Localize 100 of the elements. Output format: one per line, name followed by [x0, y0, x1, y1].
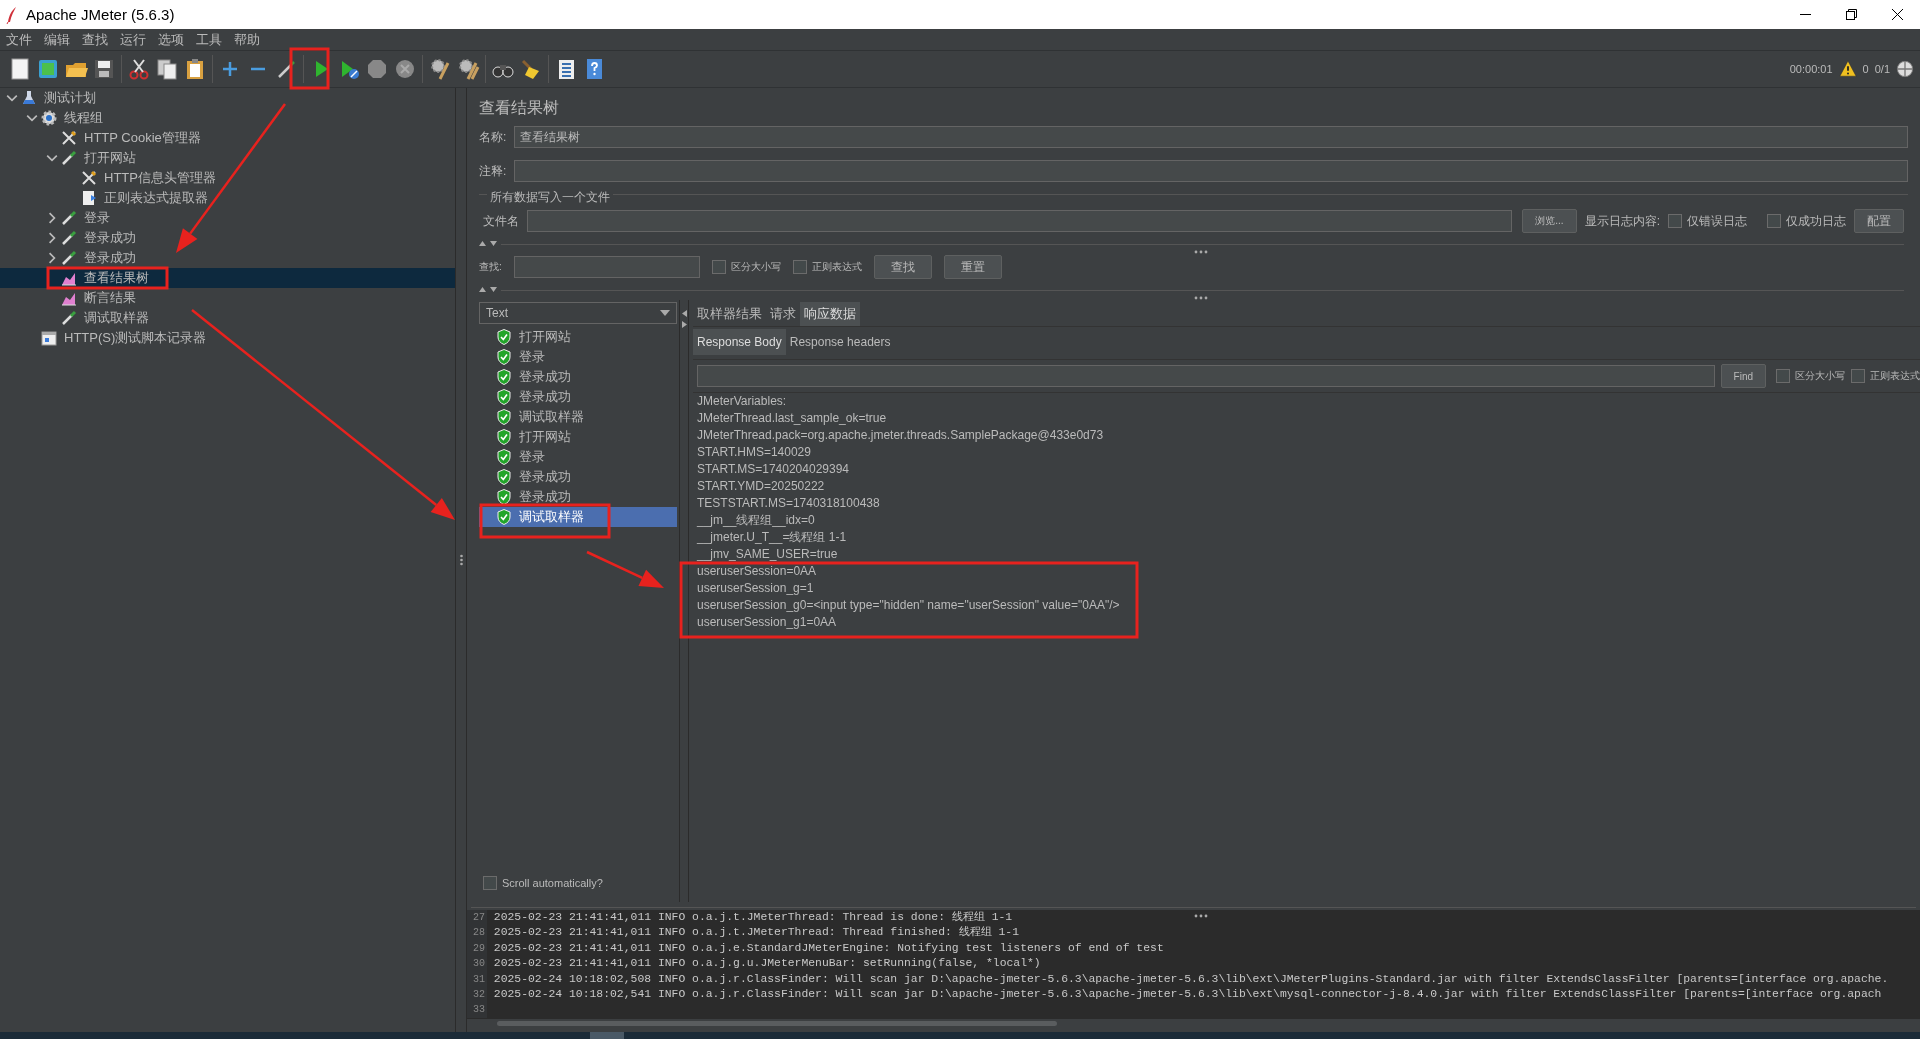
checkbox[interactable]	[711, 260, 726, 274]
tab[interactable]: Response headers	[785, 329, 895, 355]
find-button[interactable]: Find	[1720, 364, 1766, 388]
config-button[interactable]: 配置	[1854, 209, 1904, 233]
comment-field[interactable]	[514, 160, 1908, 182]
tree-item[interactable]: 断言结果	[0, 288, 455, 308]
result-item[interactable]: 登录成功	[479, 487, 677, 507]
tab[interactable]: 响应数据	[800, 302, 860, 326]
file-name-field[interactable]	[527, 210, 1513, 232]
tools-icon	[80, 169, 98, 187]
close-icon[interactable]	[1891, 9, 1903, 20]
restore-icon[interactable]	[1845, 9, 1857, 20]
find-field[interactable]	[697, 365, 1715, 387]
result-item[interactable]: 登录成功	[479, 367, 677, 387]
tree-item[interactable]: 调试取样器	[0, 308, 455, 328]
tree-item[interactable]: 登录	[0, 208, 455, 228]
menu-item[interactable]: 工具	[190, 30, 228, 49]
result-item[interactable]: 登录	[479, 447, 677, 467]
dropdown-caret-icon	[660, 310, 670, 316]
splitter-grip-icon[interactable]	[459, 554, 463, 566]
response-text-line: useruserSession_g1=0AA	[697, 614, 838, 631]
chevron-icon[interactable]	[46, 152, 58, 164]
splitter-grip-icon[interactable]	[1193, 250, 1208, 254]
result-item[interactable]: 登录成功	[479, 467, 677, 487]
line-number: 28	[467, 925, 487, 941]
browse-button[interactable]: 浏览...	[1522, 209, 1577, 233]
splitter-grip-icon[interactable]	[1193, 296, 1208, 300]
log-line: 2025-02-24 10:18:02,508 INFO o.a.j.r.ClassFinder: Will scan jar D:\apache-jmeter-5.6.3\apache-jmeter-5.6.3\lib\ext\JMeterPlugins-Standard.jar with filter ExtendsClassFilter [parents=[interface org.apache.	[492, 971, 1889, 987]
tab[interactable]: 取样器结果	[693, 302, 766, 326]
menu-item[interactable]: 运行	[114, 30, 152, 49]
result-item[interactable]: 登录成功	[479, 387, 677, 407]
highlight-frame	[289, 47, 330, 90]
tree-item[interactable]: HTTP Cookie管理器	[0, 128, 455, 148]
tree-item[interactable]: 查看结果树	[0, 268, 455, 288]
tree-item[interactable]: 测试计划	[0, 88, 455, 108]
menu-item[interactable]: 编辑	[38, 30, 76, 49]
save-icon[interactable]	[92, 57, 116, 81]
name-field[interactable]: 查看结果树	[514, 126, 1908, 148]
chevron-icon[interactable]	[46, 232, 58, 244]
chevron-icon[interactable]	[26, 112, 38, 124]
panel-title: 查看结果树	[479, 97, 560, 118]
tree-item[interactable]: 打开网站	[0, 148, 455, 168]
result-item[interactable]: 调试取样器	[479, 407, 677, 427]
checkbox[interactable]	[1851, 369, 1865, 383]
menu-item[interactable]: 文件	[0, 30, 38, 49]
result-item[interactable]: 登录	[479, 347, 677, 367]
gear-broom-icon[interactable]	[428, 57, 452, 81]
warning-count: 0	[1862, 63, 1869, 75]
chevron-icon[interactable]	[6, 92, 18, 104]
warning-icon[interactable]	[1838, 60, 1857, 78]
tab[interactable]: 请求	[766, 302, 800, 326]
checkbox[interactable]	[1668, 214, 1682, 228]
thread-count: 0/1	[1874, 63, 1890, 75]
response-text-line: __jm__线程组__idx=0	[697, 512, 816, 529]
scissors-icon[interactable]	[127, 57, 151, 81]
response-text-line: useruserSession=0AA	[697, 563, 818, 580]
result-item[interactable]: 调试取样器	[479, 507, 677, 527]
new-file-icon[interactable]	[8, 57, 32, 81]
chevron-icon[interactable]	[46, 252, 58, 264]
gear-broom-icon[interactable]	[456, 57, 480, 81]
response-text-line: useruserSession_g0=<input type="hidden" name="userSession" value="0AA"/>	[697, 597, 1121, 614]
checkbox[interactable]	[1776, 369, 1790, 383]
renderer-dropdown[interactable]: Text	[479, 302, 677, 324]
collapse-arrows-icon[interactable]	[681, 310, 687, 328]
globe-icon[interactable]	[1896, 60, 1914, 78]
result-item[interactable]: 打开网站	[479, 427, 677, 447]
pipette-icon	[60, 309, 78, 327]
elapsed-time: 00:00:01	[1789, 63, 1833, 75]
checkbox-label: 仅错误日志	[1687, 212, 1747, 230]
cancel-circle-icon[interactable]	[393, 57, 417, 81]
tree-item[interactable]: 线程组	[0, 108, 455, 128]
flask-icon	[20, 89, 38, 107]
collapse-arrows-icon[interactable]	[479, 287, 497, 293]
chevron-icon[interactable]	[46, 212, 58, 224]
menu-item[interactable]: 帮助	[228, 30, 266, 49]
tree-item[interactable]: HTTP(S)测试脚本记录器	[0, 328, 455, 348]
menu-item[interactable]: 查找	[76, 30, 114, 49]
checkbox[interactable]	[483, 876, 497, 890]
checkbox[interactable]	[792, 260, 807, 274]
scrollbar-thumb[interactable]	[497, 1020, 1057, 1026]
tree-item[interactable]: 正则表达式提取器	[0, 188, 455, 208]
search-action-button[interactable]: 查找	[873, 255, 932, 279]
search-action-button[interactable]: 重置	[943, 255, 1002, 279]
copy-icon[interactable]	[155, 57, 179, 81]
stop-icon[interactable]	[365, 57, 389, 81]
tree-item[interactable]: 登录成功	[0, 248, 455, 268]
response-text-line: __jmeter.U_T__=线程组 1-1	[697, 529, 848, 546]
tab[interactable]: Response Body	[693, 329, 786, 355]
result-item[interactable]: 打开网站	[479, 327, 677, 347]
line-number: 33	[467, 1002, 487, 1018]
tree-item[interactable]: HTTP信息头管理器	[0, 168, 455, 188]
checkbox[interactable]	[1767, 214, 1781, 228]
log-line: 2025-02-23 21:41:41,011 INFO o.a.j.t.JMeterThread: Thread is done: 线程组 1-1	[492, 910, 1013, 925]
window-icon	[40, 329, 58, 347]
response-text-line: JMeterThread.last_sample_ok=true	[697, 410, 888, 427]
collapse-arrows-icon[interactable]	[479, 241, 497, 247]
menu-item[interactable]: 选项	[152, 30, 190, 49]
search-field[interactable]	[513, 256, 700, 278]
line-number: 30	[467, 956, 487, 972]
tree-item[interactable]: 登录成功	[0, 228, 455, 248]
